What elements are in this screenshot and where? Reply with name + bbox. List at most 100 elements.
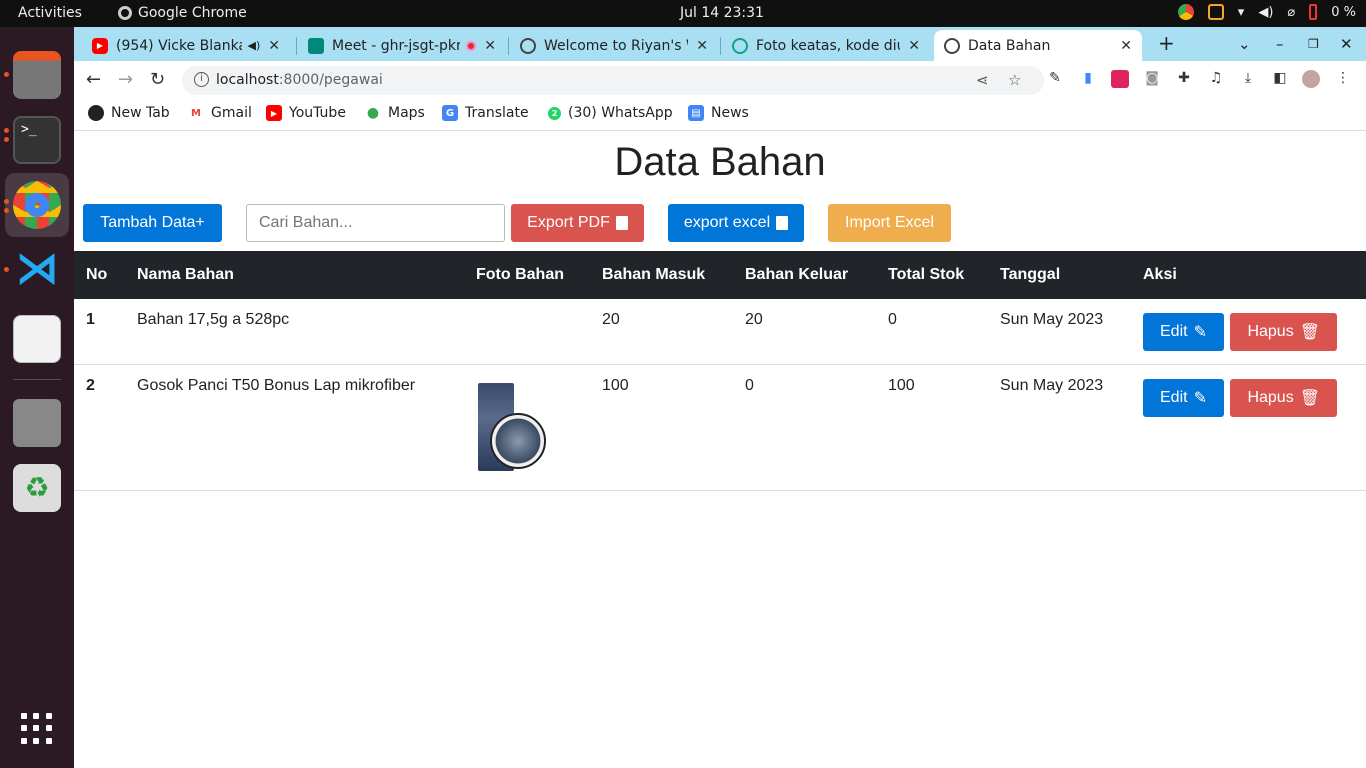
menu-dots-icon[interactable]: ⋮ xyxy=(1334,70,1352,88)
trash-icon: 🗑 xyxy=(1299,324,1320,341)
edit-button[interactable]: Edit ✎ xyxy=(1143,313,1224,351)
whatsapp-icon: 2 xyxy=(548,106,561,120)
chrome-icon xyxy=(118,6,132,20)
search-input[interactable] xyxy=(246,204,505,242)
edit-icon: ✎ xyxy=(1193,389,1207,407)
share-icon[interactable]: ⋖ xyxy=(976,71,989,89)
edit-button[interactable]: Edit ✎ xyxy=(1143,378,1224,417)
side-panel-icon[interactable]: ◧ xyxy=(1271,70,1289,88)
youtube-icon: ▶ xyxy=(92,37,108,54)
cell-keluar: 20 xyxy=(733,299,876,365)
bookmarks-bar: New Tab M Gmail ▶ YouTube ● Maps G Trans… xyxy=(74,99,1366,131)
export-pdf-button[interactable]: Export PDF xyxy=(511,204,644,242)
cell-masuk: 20 xyxy=(590,299,733,365)
new-tab-button[interactable]: + xyxy=(1158,31,1175,55)
dock-running-indicator xyxy=(4,267,9,272)
chrome-dock-icon[interactable] xyxy=(13,181,61,229)
tab-data-bahan[interactable]: Data Bahan ✕ xyxy=(934,30,1142,61)
extension-icon[interactable] xyxy=(1111,70,1129,88)
tab-meet[interactable]: Meet - ghr-jsgt-pkr ✕ xyxy=(298,30,506,61)
system-tray[interactable]: ▾ ◀) ⌀ 0 % xyxy=(1177,4,1356,20)
cell-no: 2 xyxy=(74,364,125,491)
col-header: Bahan Masuk xyxy=(602,266,706,283)
page-title: Data Bahan xyxy=(614,140,826,184)
back-button[interactable]: ← xyxy=(86,69,101,90)
show-apps-icon[interactable] xyxy=(21,713,53,745)
bookmark-translate[interactable]: G Translate xyxy=(442,105,529,121)
document-viewer-icon[interactable] xyxy=(13,315,61,363)
bookmark-maps[interactable]: ● Maps xyxy=(365,105,425,121)
minimize-button[interactable]: – xyxy=(1276,35,1284,53)
pdf-file-icon xyxy=(615,216,628,230)
dock-running-indicator xyxy=(4,208,9,213)
reload-button[interactable]: ↻ xyxy=(150,69,165,90)
delete-button[interactable]: Hapus 🗑 xyxy=(1230,313,1337,351)
activities-button[interactable]: Activities xyxy=(18,5,82,21)
bookmark-label: YouTube xyxy=(289,105,346,121)
window-close-button[interactable]: ✕ xyxy=(1340,35,1353,53)
avatar[interactable] xyxy=(1302,70,1320,88)
tab-chatgpt[interactable]: Foto keatas, kode diu ✕ xyxy=(722,30,930,61)
url-text[interactable]: localhost:8000/pegawai xyxy=(216,72,383,88)
cell-keluar: 0 xyxy=(733,364,876,491)
bookmark-star-icon[interactable]: ☆ xyxy=(1008,71,1021,89)
tab-youtube[interactable]: ▶ (954) Vicke Blanka ◀) ✕ xyxy=(82,30,290,61)
tab-welcome[interactable]: Welcome to Riyan's W ✕ xyxy=(510,30,718,61)
close-icon[interactable]: ✕ xyxy=(484,38,496,54)
delete-label: Hapus xyxy=(1247,323,1294,340)
chrome-tray-icon xyxy=(1177,4,1194,20)
dock-running-indicator xyxy=(4,72,9,77)
close-icon[interactable]: ✕ xyxy=(268,38,280,54)
disk-icon[interactable] xyxy=(13,399,61,447)
cell-no: 1 xyxy=(74,299,125,365)
camera-icon[interactable]: ◙ xyxy=(1143,70,1161,88)
address-bar[interactable]: i localhost:8000/pegawai ⋖ ☆ xyxy=(182,66,1044,95)
site-info-icon[interactable]: i xyxy=(194,72,209,87)
vscode-icon[interactable]: ⋊ xyxy=(13,247,61,295)
battery-percent: 0 % xyxy=(1331,4,1356,20)
tab-label: Data Bahan xyxy=(968,37,1051,54)
cell-stok: 100 xyxy=(876,364,988,491)
restore-button[interactable]: ❐ xyxy=(1308,37,1319,51)
delete-button[interactable]: Hapus 🗑 xyxy=(1230,378,1337,417)
product-photo xyxy=(476,381,548,473)
clock[interactable]: Jul 14 23:31 xyxy=(680,5,764,21)
terminal-icon[interactable]: >_ xyxy=(13,116,61,164)
app-menu[interactable]: Google Chrome xyxy=(118,5,247,21)
close-icon[interactable]: ✕ xyxy=(908,38,920,54)
trash-icon[interactable]: ♻ xyxy=(13,464,61,512)
close-icon[interactable]: ✕ xyxy=(696,38,708,54)
tab-search-chevron-icon[interactable]: ⌄ xyxy=(1238,35,1251,53)
globe-icon xyxy=(88,105,104,121)
extensions-puzzle-icon[interactable]: ✚ xyxy=(1175,70,1193,88)
export-excel-button[interactable]: export excel xyxy=(668,204,804,242)
speaker-icon[interactable]: ◀) xyxy=(248,39,261,52)
download-icon[interactable]: ⤓ xyxy=(1239,70,1257,88)
bookmark-news[interactable]: ▤ News xyxy=(688,105,749,121)
bookmark-label: News xyxy=(711,105,749,121)
cell-foto xyxy=(464,364,590,491)
forward-button[interactable]: → xyxy=(118,69,133,90)
bookmark-youtube[interactable]: ▶ YouTube xyxy=(266,105,346,121)
import-excel-button[interactable]: Import Excel xyxy=(828,204,951,242)
battery-icon xyxy=(1309,4,1318,20)
bookmark-new-tab[interactable]: New Tab xyxy=(88,105,170,121)
globe-icon xyxy=(944,37,960,54)
extension-icon[interactable]: ▮ xyxy=(1079,70,1097,88)
media-controls-icon[interactable]: ♫ xyxy=(1207,70,1225,88)
table-row: 2 Gosok Panci T50 Bonus Lap mikrofiber 1… xyxy=(74,364,1366,491)
cell-nama: Gosok Panci T50 Bonus Lap mikrofiber xyxy=(125,364,464,491)
photo-scrubber xyxy=(490,412,546,469)
close-icon[interactable]: ✕ xyxy=(1120,38,1132,54)
add-data-button[interactable]: Tambah Data+ xyxy=(83,204,222,242)
bookmark-gmail[interactable]: M Gmail xyxy=(188,105,252,121)
cell-masuk: 100 xyxy=(590,364,733,491)
url-host: localhost xyxy=(216,72,279,88)
bookmark-whatsapp[interactable]: 2 (30) WhatsApp xyxy=(548,105,673,121)
eyedropper-icon[interactable]: ✎ xyxy=(1046,70,1064,88)
tab-separator xyxy=(720,37,721,55)
cell-aksi: Edit ✎ Hapus 🗑 xyxy=(1131,299,1366,365)
globe-icon xyxy=(520,37,536,54)
files-icon[interactable] xyxy=(13,51,61,99)
cell-foto xyxy=(464,299,590,365)
